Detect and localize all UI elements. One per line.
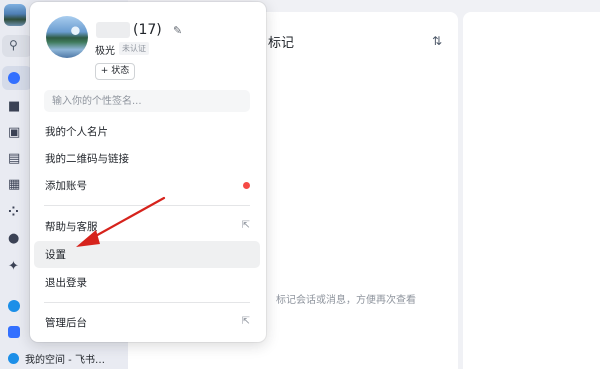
sidebar-item-label: 我的空间 - 飞书… xyxy=(25,354,105,366)
certification-badge[interactable]: 未认证 xyxy=(119,42,149,55)
menu-divider xyxy=(44,205,250,206)
sparkle-icon: ✦ xyxy=(8,258,19,274)
user-avatar-small[interactable] xyxy=(4,4,26,26)
menu-item-label: 我的二维码与链接 xyxy=(45,153,129,165)
menu-item-label: 我的个人名片 xyxy=(45,126,108,138)
external-link-icon: ⇱ xyxy=(241,220,250,231)
sidebar-item-video[interactable]: ■ xyxy=(2,94,32,118)
menu-item-label: 设置 xyxy=(45,249,66,261)
sidebar-item-calendar[interactable]: ▣ xyxy=(2,120,32,144)
content-panel xyxy=(463,12,600,369)
sidebar-item-my-space[interactable]: 我的空间 - 飞书… xyxy=(8,350,105,366)
sidebar-search-button[interactable]: ⚲ xyxy=(2,35,32,57)
sidebar-item-docs[interactable]: ▤ xyxy=(2,146,32,170)
document-icon: ▤ xyxy=(8,150,21,166)
video-camera-icon: ■ xyxy=(8,98,21,114)
sidebar-item-messages[interactable] xyxy=(2,66,32,90)
set-status-button[interactable]: + 状态 xyxy=(95,63,135,80)
pencil-icon[interactable]: ✎ xyxy=(173,24,182,37)
doc-icon xyxy=(8,326,20,338)
menu-divider xyxy=(44,302,250,303)
space-icon xyxy=(8,352,19,364)
grid-apps-icon: ⁘ xyxy=(8,204,19,220)
calendar-icon: ▣ xyxy=(8,124,21,140)
menu-item-logout[interactable]: 退出登录 xyxy=(34,269,260,296)
external-link-icon: ⇱ xyxy=(241,316,250,327)
empty-state-hint: 标记会话或消息，方便再次查看 xyxy=(276,295,416,306)
sidebar-item-space-1[interactable] xyxy=(2,294,32,318)
sort-arrows-icon[interactable]: ⇅ xyxy=(432,34,442,48)
profile-menu-popup: (17) ✎ 极光 未认证 + 状态 我的个人名片 我的二维码与链接 添加账号 … xyxy=(30,2,266,342)
signature-input[interactable] xyxy=(44,90,250,112)
menu-item-admin[interactable]: 管理后台 ⇱ xyxy=(34,309,260,336)
sidebar-item-workplace[interactable]: ✦ xyxy=(2,254,32,278)
menu-item-label: 管理后台 xyxy=(45,317,87,329)
profile-org-name: 极光 xyxy=(95,46,115,57)
panel-title: 标记 xyxy=(268,36,295,51)
chat-bubble-icon xyxy=(8,72,20,84)
space-icon xyxy=(8,300,20,312)
sidebar-item-doc-pinned[interactable] xyxy=(2,320,32,344)
menu-item-label: 帮助与客服 xyxy=(45,221,98,233)
profile-name-redacted xyxy=(96,22,130,38)
search-icon: ⚲ xyxy=(9,38,18,52)
contacts-icon: ● xyxy=(8,230,20,246)
menu-item-help[interactable]: 帮助与客服 ⇱ xyxy=(34,213,260,240)
sidebar-item-contacts[interactable]: ● xyxy=(2,226,32,250)
profile-avatar[interactable] xyxy=(46,16,88,58)
menu-item-personal-card[interactable]: 我的个人名片 xyxy=(34,118,260,145)
menu-item-label: 添加账号 xyxy=(45,180,87,192)
notification-dot xyxy=(243,182,250,189)
list-icon: ▦ xyxy=(8,176,21,192)
profile-count: (17) xyxy=(133,22,162,38)
menu-item-label: 退出登录 xyxy=(45,277,87,289)
menu-item-settings[interactable]: 设置 xyxy=(34,241,260,268)
sidebar-item-apps[interactable]: ⁘ xyxy=(2,200,32,224)
sidebar-item-tasks[interactable]: ▦ xyxy=(2,172,32,196)
menu-item-add-account[interactable]: 添加账号 xyxy=(34,172,260,199)
menu-item-qrcode-link[interactable]: 我的二维码与链接 xyxy=(34,145,260,172)
